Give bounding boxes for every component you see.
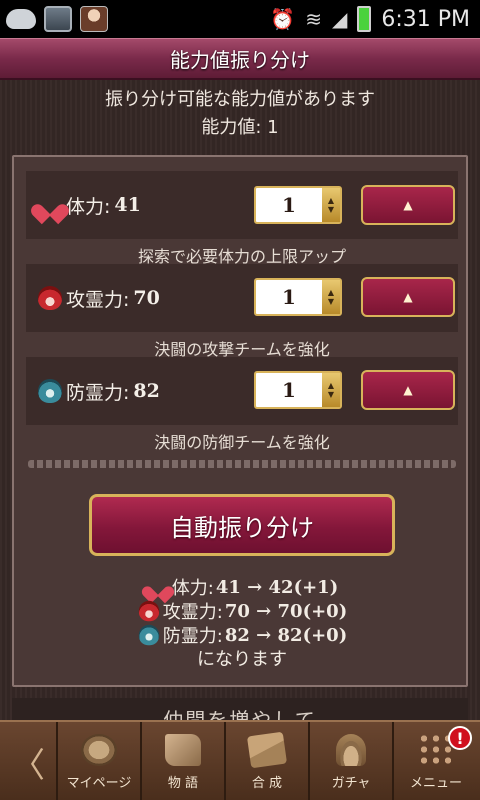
preview-line: 攻霊力: 70 → 70(+0): [14, 599, 470, 623]
banner-text: 仲間を増やして: [163, 708, 317, 720]
stepper-arrows-icon[interactable]: ▲ ▼: [322, 188, 340, 222]
back-button[interactable]: 〈: [0, 722, 58, 800]
title-bar: 能力値振り分け: [0, 38, 480, 80]
nav-item-story[interactable]: 物 語: [142, 722, 226, 800]
intro: 振り分け可能な能力値があります 能力値: 1: [0, 86, 480, 142]
stepper-value: 1: [282, 285, 296, 309]
nav-label: 合 成: [251, 775, 283, 791]
nav-label: マイページ: [66, 775, 132, 791]
signal-icon: ◢: [331, 7, 348, 31]
preview-value: 41 → 42(+1): [215, 576, 339, 598]
stepper-arrows-icon[interactable]: ▲ ▼: [322, 373, 340, 407]
allocation-preview: 体力: 41 → 42(+1) 攻霊力: 70 → 70(+0) 防霊力: 82…: [14, 575, 470, 673]
preview-suffix: になります: [197, 649, 287, 670]
remaining-points: 能力値: 1: [201, 117, 279, 138]
stat-label: 攻霊力: 70: [38, 264, 160, 332]
heart-icon: [148, 578, 168, 597]
attack-increase-button[interactable]: ▲: [361, 277, 455, 317]
ornament-divider: [28, 460, 456, 468]
nav-item-menu[interactable]: メニュー !: [394, 722, 478, 800]
stat-row-stamina: 体力: 41 1 ▲ ▼ ▲: [26, 171, 458, 239]
cloud-icon: [6, 9, 36, 29]
bottom-nav: 〈 マイページ 物 語 合 成 ガチャ メニュー !: [0, 720, 480, 800]
preview-value: 70 → 70(+0): [224, 600, 348, 622]
attack-spirit-icon: [38, 286, 62, 310]
alarm-icon: ⏰: [270, 7, 296, 31]
defense-stepper[interactable]: 1 ▲ ▼: [254, 371, 342, 409]
stat-label: 体力: 41: [38, 171, 141, 239]
story-icon: [165, 733, 201, 766]
attack-spirit-icon: [138, 600, 159, 622]
preview-line: 体力: 41 → 42(+1): [14, 575, 470, 600]
nav-item-mypage[interactable]: マイページ: [58, 722, 142, 800]
mypage-icon: [81, 733, 117, 766]
page-title: 能力値振り分け: [170, 48, 310, 72]
stat-name: 防霊力:: [66, 381, 130, 404]
stat-row-attack: 攻霊力: 70 1 ▲ ▼ ▲: [26, 264, 458, 332]
preview-label: 体力:: [171, 578, 214, 599]
nav-label: ガチャ: [331, 775, 371, 791]
stamina-increase-button[interactable]: ▲: [361, 185, 455, 225]
cards-icon: [246, 731, 288, 768]
banner-peek[interactable]: 仲間を増やして: [12, 698, 468, 720]
nav-label: メニュー: [409, 776, 462, 791]
auto-allocate-button[interactable]: 自動振り分け: [89, 494, 395, 556]
stat-value: 82: [133, 380, 160, 402]
preview-line: 防霊力: 82 → 82(+0): [14, 623, 470, 647]
attack-stepper[interactable]: 1 ▲ ▼: [254, 278, 342, 316]
nav-item-compose[interactable]: 合 成: [226, 722, 310, 800]
battery-icon: [357, 6, 372, 32]
stepper-value: 1: [282, 378, 296, 402]
notification-badge: !: [448, 726, 472, 750]
stepper-arrows-icon[interactable]: ▲ ▼: [322, 280, 340, 314]
stat-label: 防霊力: 82: [38, 357, 160, 425]
stat-name: 体力:: [66, 195, 111, 218]
stamina-stepper[interactable]: 1 ▲ ▼: [254, 186, 342, 224]
stat-name: 攻霊力:: [66, 288, 130, 311]
allocation-panel: 体力: 41 1 ▲ ▼ ▲ 探索で必要体力の上限アップ 攻霊力: 70 1 ▲ ▼…: [12, 155, 468, 687]
gacha-icon: [336, 733, 366, 766]
stat-value: 41: [114, 194, 141, 216]
wifi-icon: ≋: [305, 7, 322, 31]
stat-row-defense: 防霊力: 82 1 ▲ ▼ ▲: [26, 357, 458, 425]
preview-label: 攻霊力:: [162, 602, 223, 623]
intro-message: 振り分け可能な能力値があります: [105, 89, 375, 110]
app-thumbnail-icon: [80, 6, 108, 32]
stepper-value: 1: [282, 193, 296, 217]
preview-value: 82 → 82(+0): [224, 624, 348, 646]
nav-label: 物 語: [167, 775, 199, 791]
gallery-icon: [44, 6, 72, 32]
defense-spirit-icon: [138, 624, 159, 646]
heart-icon: [38, 194, 62, 216]
clock: 6:31 PM: [381, 6, 470, 32]
defense-increase-button[interactable]: ▲: [361, 370, 455, 410]
status-bar: ⏰ ≋ ◢ 6:31 PM: [0, 0, 480, 38]
stat-description: 決闘の防御チームを強化: [154, 433, 330, 452]
preview-label: 防霊力:: [162, 626, 223, 647]
stat-value: 70: [133, 287, 160, 309]
defense-spirit-icon: [38, 379, 62, 403]
nav-item-gacha[interactable]: ガチャ: [310, 722, 394, 800]
